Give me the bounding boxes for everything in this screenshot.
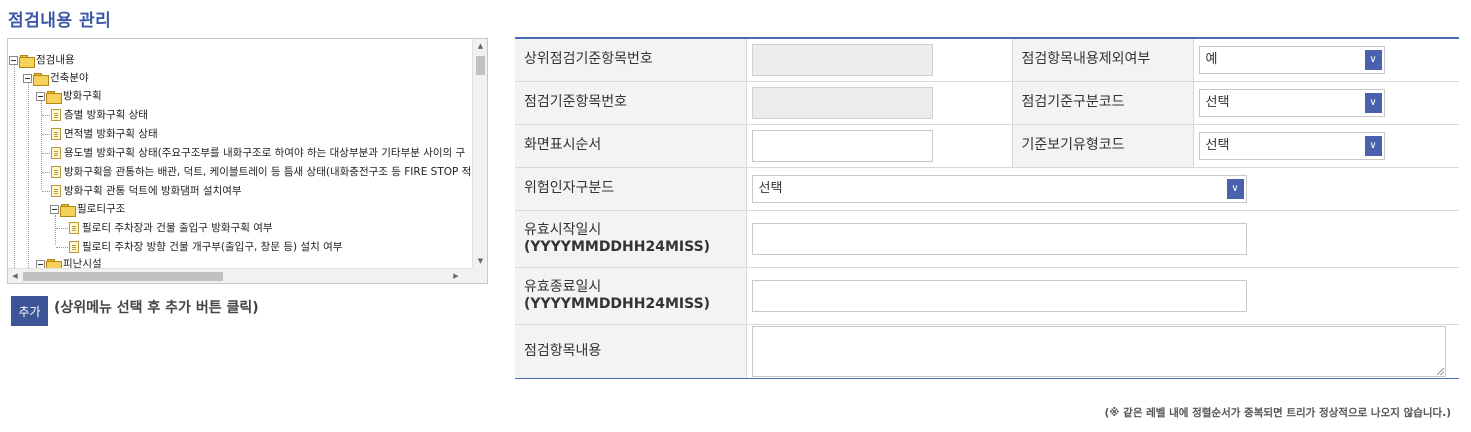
footnote: (※ 같은 레벨 내에 정렬순서가 중복되면 트리가 정상적으로 나오지 않습니… — [1104, 407, 1452, 419]
std-code-select[interactable]: 선택 ∨ — [1198, 88, 1385, 117]
tree-node-label[interactable]: 필로티 주차장과 건물 출입구 방화구획 여부 — [82, 219, 273, 237]
start-label: 유효시작일시 (YYYYMMDDHH24MISS) — [515, 210, 747, 268]
tree-node-label[interactable]: 용도별 방화구획 상태(주요구조부를 내화구조로 하여야 하는 대상부분과 기타… — [64, 144, 465, 162]
collapse-icon[interactable] — [36, 259, 45, 268]
exclude-select[interactable]: 예 ∨ — [1198, 45, 1385, 74]
tree-node-label[interactable]: 방화구획을 관통하는 배관, 덕트, 케이블트레이 등 틈새 상태(내화충전구조… — [64, 163, 479, 181]
scroll-down-icon[interactable]: ▼ — [473, 254, 487, 268]
start-format: (YYYYMMDDHH24MISS) — [524, 238, 711, 255]
std-code-label: 점검기준구분코드 — [1011, 81, 1194, 125]
tree-node-label[interactable]: 점검내용 — [36, 51, 75, 69]
tree-node[interactable]: 점검내용 — [9, 51, 75, 69]
tree-node-label[interactable]: 건축분야 — [50, 69, 89, 87]
chevron-down-icon[interactable]: ∨ — [1364, 135, 1382, 156]
tree-vertical-scrollbar[interactable]: ▲ ▼ — [472, 39, 487, 268]
view-type-label: 기준보기유형코드 — [1011, 124, 1194, 168]
form-row: 화면표시순서 기준보기유형코드 선택 ∨ — [515, 124, 1459, 168]
content-textarea[interactable] — [751, 325, 1446, 377]
tree-node[interactable]: 건축분야 — [23, 69, 89, 87]
tree-horizontal-scrollbar[interactable]: ◀ ▶ — [8, 268, 479, 283]
folder-icon — [60, 203, 76, 217]
tree-leaf[interactable]: 방화구획 관통 덕트에 방화댐퍼 설치여부 — [42, 182, 242, 200]
order-input[interactable] — [751, 129, 933, 162]
tree-node-label[interactable]: 방화구획 — [63, 87, 102, 105]
chevron-down-icon[interactable]: ∨ — [1364, 49, 1382, 70]
start-label-text: 유효시작일시 — [524, 221, 602, 238]
document-icon — [69, 241, 79, 253]
tree-node[interactable]: 방화구획 — [36, 87, 102, 105]
parent-no-field — [751, 43, 933, 76]
scroll-up-icon[interactable]: ▲ — [473, 39, 487, 53]
end-label: 유효종료일시 (YYYYMMDDHH24MISS) — [515, 267, 747, 325]
form-row: 점검기준항목번호 점검기준구분코드 선택 ∨ — [515, 81, 1459, 125]
end-input[interactable] — [751, 279, 1247, 312]
tree-panel: 점검내용 건축분야 방화구획 층별 방화구획 상태 면적별 방화구획 상태 용도… — [7, 38, 488, 284]
tree-node[interactable]: 필로티구조 — [50, 200, 125, 218]
document-icon — [51, 109, 61, 121]
parent-no-label: 상위점검기준항목번호 — [515, 38, 747, 82]
scroll-thumb[interactable] — [476, 56, 485, 75]
tree-leaf[interactable]: 필로티 주차장과 건물 출입구 방화구획 여부 — [56, 219, 273, 237]
folder-icon — [46, 258, 62, 268]
folder-icon — [19, 54, 35, 68]
exclude-select-value: 예 — [1205, 51, 1218, 67]
collapse-icon[interactable] — [23, 73, 32, 83]
exclude-label: 점검항목내용제외여부 — [1011, 38, 1194, 82]
form-row: 점검항목내용 — [515, 324, 1459, 379]
page-title: 점검내용 관리 — [8, 11, 112, 31]
scroll-left-icon[interactable]: ◀ — [8, 269, 22, 283]
end-label-text: 유효종료일시 — [524, 278, 602, 295]
tree-node-label[interactable]: 피난시설 — [63, 255, 102, 268]
detail-form: 상위점검기준항목번호 점검항목내용제외여부 예 ∨ 점검기준항목번호 점검기준구… — [515, 37, 1459, 379]
view-type-select-value: 선택 — [1205, 137, 1230, 153]
scrollbar-corner — [472, 268, 487, 283]
std-no-label: 점검기준항목번호 — [515, 81, 747, 125]
tree-node-label[interactable]: 층별 방화구획 상태 — [64, 106, 148, 124]
tree-leaf[interactable]: 방화구획을 관통하는 배관, 덕트, 케이블트레이 등 틈새 상태(내화충전구조… — [42, 163, 479, 181]
hazard-select-value: 선택 — [758, 180, 783, 196]
document-icon — [69, 222, 79, 234]
collapse-icon[interactable] — [36, 91, 45, 101]
end-format: (YYYYMMDDHH24MISS) — [524, 295, 711, 312]
scroll-right-icon[interactable]: ▶ — [449, 269, 463, 283]
tree-leaf[interactable]: 층별 방화구획 상태 — [42, 106, 148, 124]
tree-node-label[interactable]: 방화구획 관통 덕트에 방화댐퍼 설치여부 — [64, 182, 242, 200]
collapse-icon[interactable] — [9, 55, 18, 65]
tree-node-label[interactable]: 필로티 주차장 방향 건물 개구부(출입구, 창문 등) 설치 여부 — [82, 238, 342, 256]
form-row: 유효시작일시 (YYYYMMDDHH24MISS) — [515, 210, 1459, 268]
folder-icon — [33, 72, 49, 86]
tree-node[interactable]: 피난시설 — [36, 255, 102, 268]
add-hint: (상위메뉴 선택 후 추가 버튼 클릭) — [54, 300, 259, 316]
tree-view: 점검내용 건축분야 방화구획 층별 방화구획 상태 면적별 방화구획 상태 용도… — [8, 39, 479, 268]
order-label: 화면표시순서 — [515, 124, 747, 168]
collapse-icon[interactable] — [50, 204, 59, 214]
form-row: 유효종료일시 (YYYYMMDDHH24MISS) — [515, 267, 1459, 325]
document-icon — [51, 147, 61, 159]
resize-grip-icon[interactable] — [1436, 367, 1444, 375]
tree-leaf[interactable]: 용도별 방화구획 상태(주요구조부를 내화구조로 하여야 하는 대상부분과 기타… — [42, 144, 465, 162]
tree-guide-line — [28, 82, 29, 268]
scroll-thumb[interactable] — [23, 272, 223, 281]
hazard-label: 위험인자구분드 — [515, 167, 747, 211]
add-button[interactable]: 추가 — [11, 296, 48, 326]
document-icon — [51, 185, 61, 197]
tree-guide-line — [14, 64, 15, 268]
folder-icon — [46, 90, 62, 104]
form-row: 위험인자구분드 선택 ∨ — [515, 167, 1459, 211]
content-label: 점검항목내용 — [515, 324, 747, 379]
chevron-down-icon[interactable]: ∨ — [1364, 92, 1382, 113]
document-icon — [51, 128, 61, 140]
tree-leaf[interactable]: 면적별 방화구획 상태 — [42, 125, 158, 143]
std-no-field — [751, 86, 933, 119]
chevron-down-icon[interactable]: ∨ — [1226, 178, 1244, 199]
std-code-select-value: 선택 — [1205, 94, 1230, 110]
view-type-select[interactable]: 선택 ∨ — [1198, 131, 1385, 160]
tree-node-label[interactable]: 필로티구조 — [77, 200, 125, 218]
start-input[interactable] — [751, 222, 1247, 255]
document-icon — [51, 166, 61, 178]
tree-leaf[interactable]: 필로티 주차장 방향 건물 개구부(출입구, 창문 등) 설치 여부 — [56, 238, 342, 256]
form-row: 상위점검기준항목번호 점검항목내용제외여부 예 ∨ — [515, 38, 1459, 82]
tree-node-label[interactable]: 면적별 방화구획 상태 — [64, 125, 158, 143]
hazard-select[interactable]: 선택 ∨ — [751, 174, 1247, 203]
